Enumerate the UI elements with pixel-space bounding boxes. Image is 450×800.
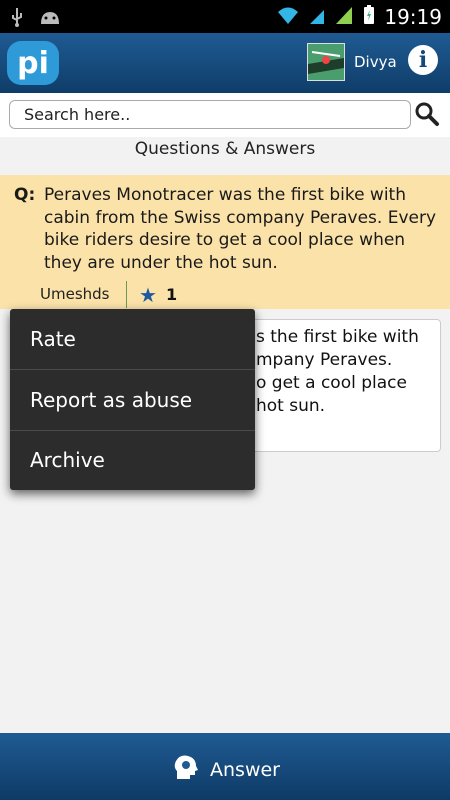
answer-label: Answer [210,758,280,781]
answer-card[interactable]: s the first bike with mpany Peraves. o g… [232,319,441,452]
context-menu: Rate Report as abuse Archive [10,309,255,490]
head-icon [172,753,200,786]
question-label: Q: [14,185,36,205]
usb-icon [10,7,24,31]
signal-icon [334,5,354,29]
search-input[interactable]: Search here.. [9,100,411,129]
answer-line: mpany Peraves. [256,350,393,370]
search-bar: Search here.. [0,93,450,137]
app-bar: pi Divya i [0,33,450,93]
question-text: Peraves Monotracer was the first bike wi… [44,185,437,273]
clock: 19:19 [384,5,442,29]
menu-item-report-abuse[interactable]: Report as abuse [10,370,255,430]
answer-line: s the first bike with [256,327,419,347]
section-title: Questions & Answers [134,139,316,159]
menu-item-archive[interactable]: Archive [10,430,255,490]
answer-button[interactable]: Answer [172,753,280,786]
question-rating: 1 [166,285,178,304]
menu-item-rate[interactable]: Rate [10,309,255,369]
answer-line: o get a cool place [256,373,407,393]
status-bar: 19:19 [0,0,450,33]
question-author[interactable]: Umeshds [40,285,109,303]
star-icon: ★ [139,283,157,307]
search-icon[interactable] [414,101,440,127]
divider [126,281,127,308]
signal-r-icon [308,5,326,29]
info-icon[interactable]: i [408,45,438,75]
bottom-bar: Answer [0,733,450,800]
user-name[interactable]: Divya [354,53,397,71]
android-icon [38,8,62,30]
question-card[interactable]: Q: Peraves Monotracer was the first bike… [0,175,450,309]
answer-line: hot sun. [256,396,326,416]
battery-icon [362,5,376,29]
wifi-icon [276,5,300,29]
avatar[interactable] [307,43,345,81]
app-logo[interactable]: pi [7,41,59,85]
answer-text: s the first bike with mpany Peraves. o g… [256,326,436,418]
